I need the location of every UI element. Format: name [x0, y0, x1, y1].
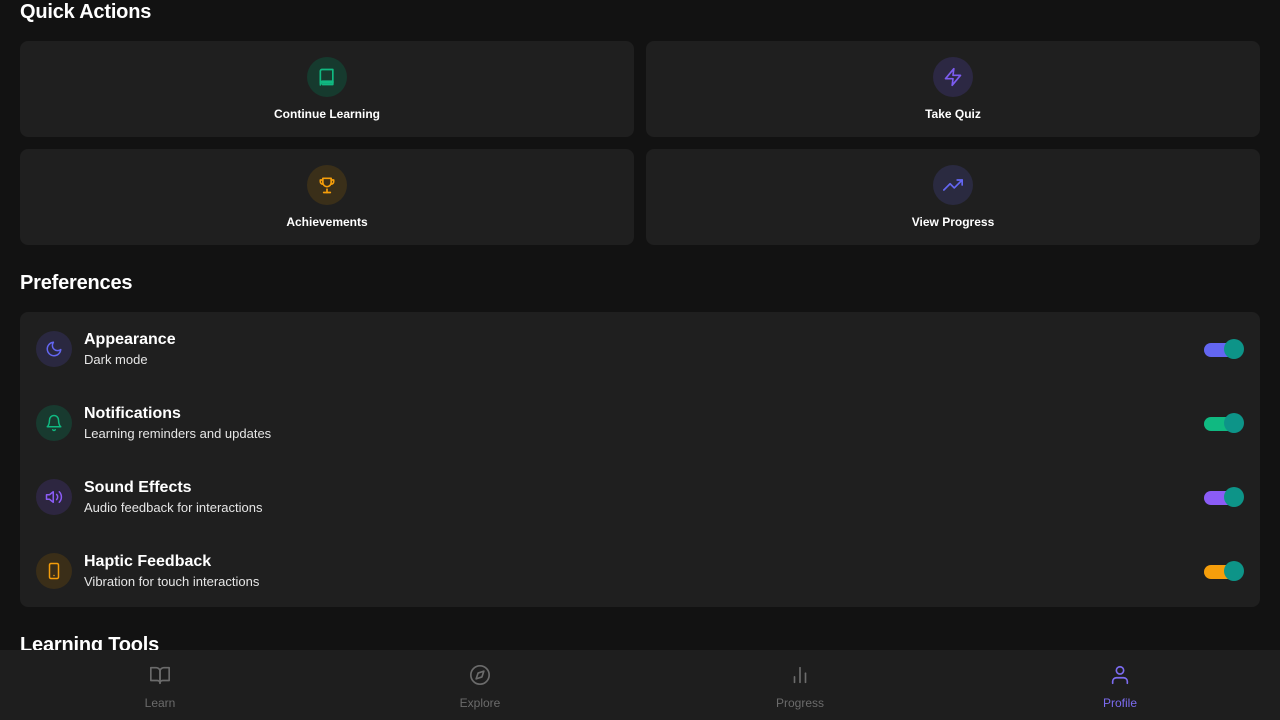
continue-learning-button[interactable]: Continue Learning	[20, 41, 634, 137]
quick-actions-grid: Continue Learning Take Quiz Achievements…	[20, 41, 1260, 245]
appearance-description: Dark mode	[84, 351, 148, 367]
take-quiz-button[interactable]: Take Quiz	[646, 41, 1260, 137]
nav-explore-label: Explore	[459, 696, 501, 710]
notifications-label: Notifications	[84, 404, 181, 422]
book-icon	[307, 57, 347, 97]
smartphone-icon	[36, 553, 72, 589]
volume-icon	[36, 479, 72, 515]
take-quiz-label: Take Quiz	[925, 107, 981, 121]
view-progress-button[interactable]: View Progress	[646, 149, 1260, 245]
sound-effects-label: Sound Effects	[84, 478, 192, 496]
nav-progress-label: Progress	[775, 696, 825, 710]
notifications-toggle[interactable]	[1204, 412, 1244, 434]
bell-icon	[36, 405, 72, 441]
bar-chart-icon	[788, 663, 812, 687]
preferences-title: Preferences	[20, 272, 133, 294]
nav-profile[interactable]: Profile	[960, 650, 1280, 720]
book-open-icon	[148, 663, 172, 687]
sound-effects-row: Sound Effects Audio feedback for interac…	[36, 460, 1244, 534]
learning-tools-title: Learning Tools	[20, 634, 160, 650]
appearance-row: Appearance Dark mode	[36, 312, 1244, 386]
quick-actions-title: Quick Actions	[20, 1, 152, 23]
appearance-toggle[interactable]	[1204, 338, 1244, 360]
continue-learning-label: Continue Learning	[274, 107, 380, 121]
view-progress-label: View Progress	[911, 215, 995, 229]
preferences-card: Appearance Dark mode Notifications Learn…	[20, 312, 1260, 607]
scroll-content[interactable]: Quick Actions Continue Learning Take Qui…	[0, 0, 1280, 650]
notifications-description: Learning reminders and updates	[84, 425, 272, 441]
bottom-navigation: Learn Explore Progress Profile	[0, 650, 1280, 720]
appearance-label: Appearance	[84, 330, 176, 348]
haptic-feedback-row: Haptic Feedback Vibration for touch inte…	[36, 534, 1244, 608]
lightning-icon	[933, 57, 973, 97]
nav-learn[interactable]: Learn	[0, 650, 320, 720]
achievements-button[interactable]: Achievements	[20, 149, 634, 245]
achievements-label: Achievements	[286, 215, 368, 229]
haptic-feedback-label: Haptic Feedback	[84, 552, 212, 570]
nav-learn-label: Learn	[144, 696, 176, 710]
sound-effects-toggle[interactable]	[1204, 486, 1244, 508]
user-icon	[1108, 663, 1132, 687]
nav-explore[interactable]: Explore	[320, 650, 640, 720]
trophy-icon	[307, 165, 347, 205]
trending-up-icon	[933, 165, 973, 205]
nav-progress[interactable]: Progress	[640, 650, 960, 720]
sound-effects-description: Audio feedback for interactions	[84, 499, 263, 515]
nav-profile-label: Profile	[1102, 696, 1137, 710]
moon-icon	[36, 331, 72, 367]
compass-icon	[468, 663, 492, 687]
haptic-feedback-description: Vibration for touch interactions	[84, 573, 260, 589]
profile-screen: Quick Actions Continue Learning Take Qui…	[0, 0, 1280, 720]
haptic-feedback-toggle[interactable]	[1204, 560, 1244, 582]
notifications-row: Notifications Learning reminders and upd…	[36, 386, 1244, 460]
